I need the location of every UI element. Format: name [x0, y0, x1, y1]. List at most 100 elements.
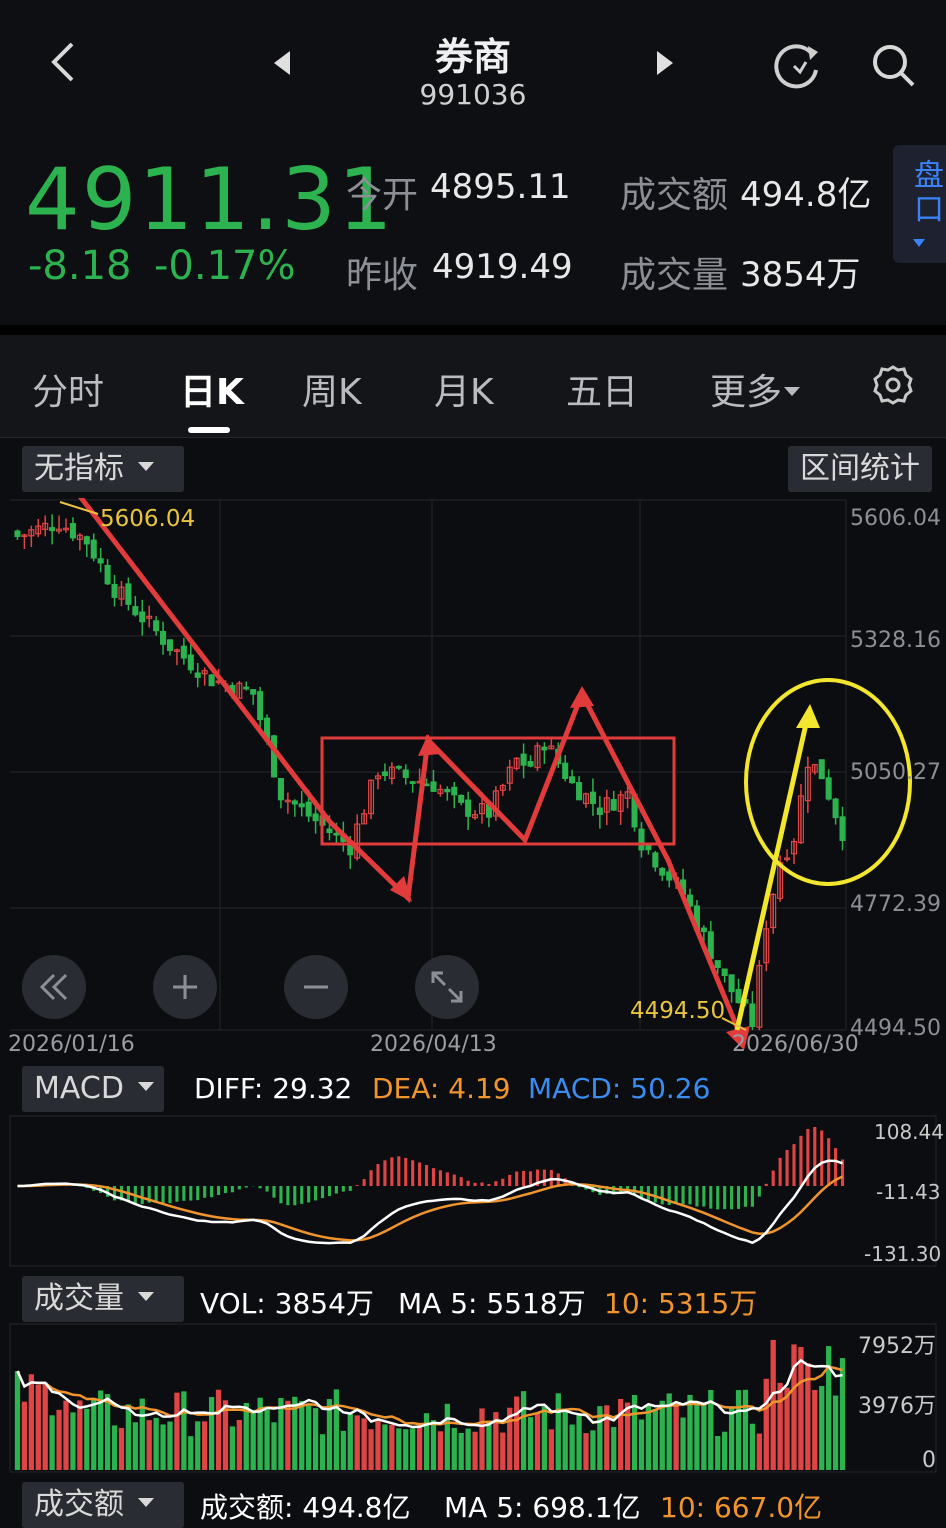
tab-daily-k[interactable]: 日K — [180, 363, 244, 415]
volume-bar — [56, 1409, 62, 1470]
volume-bar — [618, 1398, 624, 1470]
volume-bar — [389, 1424, 395, 1470]
volume-bar — [215, 1389, 222, 1470]
volume-bar — [583, 1433, 589, 1470]
volume-bar — [826, 1346, 832, 1470]
candle-body — [527, 761, 534, 767]
volume-bar — [652, 1409, 658, 1470]
active-tab-indicator — [188, 427, 230, 433]
volume-y-axis-label: 7952万 — [858, 1334, 936, 1359]
volume-bar — [174, 1392, 180, 1470]
volume-bar — [271, 1422, 277, 1470]
y-axis-label: 4772.39 — [850, 892, 941, 917]
macd-chart[interactable] — [0, 1114, 946, 1270]
volume-chart[interactable] — [0, 1322, 946, 1474]
candle-body — [104, 564, 111, 585]
candle-body — [243, 686, 250, 690]
volume-bar — [202, 1421, 208, 1470]
volume-bar — [382, 1424, 388, 1470]
volume-bar — [416, 1423, 423, 1470]
turnover-value: 494.8亿 — [740, 175, 872, 215]
fullscreen-button[interactable] — [415, 955, 479, 1019]
zoom-out-button[interactable] — [284, 955, 348, 1019]
tab-five-day[interactable]: 五日 — [566, 363, 638, 415]
candle-body — [735, 988, 742, 1004]
turnover-select[interactable]: 成交额 — [22, 1482, 184, 1528]
tab-more[interactable]: 更多 — [710, 363, 801, 415]
volume-bar — [534, 1412, 541, 1470]
candle-body — [270, 735, 278, 778]
volume-bar — [749, 1423, 756, 1470]
rebound-annotation — [734, 678, 912, 1031]
volume-bar — [423, 1413, 430, 1470]
refresh-icon[interactable] — [772, 40, 824, 92]
candle-body — [257, 691, 264, 721]
volume-bar — [430, 1420, 437, 1470]
volume-bar — [312, 1408, 319, 1470]
volume-ma5: MA 5: 5518万 — [398, 1287, 586, 1320]
double-chevron-left-icon — [39, 973, 68, 1001]
candle-body — [166, 639, 174, 651]
candle-body — [97, 558, 104, 564]
zoom-in-button[interactable] — [153, 955, 217, 1019]
turnover-select-label: 成交额 — [34, 1487, 124, 1522]
volume-bar — [569, 1424, 575, 1470]
volume-bar — [798, 1347, 804, 1470]
volume-bar — [299, 1400, 305, 1470]
volume-bar — [812, 1389, 818, 1470]
price-change-pct: -0.17% — [154, 243, 296, 289]
macd-y-axis-label: -11.43 — [876, 1180, 941, 1204]
candle-body — [277, 778, 284, 801]
volume-bar — [340, 1430, 346, 1470]
macd-select[interactable]: MACD — [22, 1066, 164, 1112]
volume-select[interactable]: 成交量 — [22, 1276, 184, 1322]
minus-icon — [304, 985, 328, 989]
volume-bar — [285, 1400, 291, 1470]
indicator-select[interactable]: 无指标 — [22, 446, 184, 492]
candle-body — [576, 782, 583, 801]
order-book-button[interactable]: 盘口 — [893, 145, 946, 263]
scroll-left-button[interactable] — [22, 955, 86, 1019]
downtrend-arrow — [78, 498, 332, 824]
tab-monthly-k[interactable]: 月K — [434, 363, 494, 415]
turnover-label: 成交额 — [620, 175, 729, 216]
settings-gear-icon[interactable] — [872, 364, 914, 406]
candle-body — [569, 776, 576, 784]
volume-bar — [118, 1427, 125, 1470]
open-label: 今开 — [346, 175, 419, 216]
candle-body — [49, 527, 56, 532]
volume-y-axis-label: 0 — [922, 1448, 936, 1473]
volume-bar — [555, 1393, 561, 1470]
volume-bar — [111, 1425, 118, 1470]
range-stats-button[interactable]: 区间统计 — [788, 446, 932, 492]
macd-value: MACD: 50.26 — [528, 1072, 711, 1105]
y-axis-label: 5050.27 — [850, 760, 941, 785]
volume-bar — [500, 1432, 506, 1470]
open-value: 4895.11 — [430, 167, 571, 207]
tab-intraday[interactable]: 分时 — [32, 363, 104, 415]
volume-bar — [680, 1417, 686, 1470]
volume-bar — [229, 1426, 236, 1470]
candle-body — [700, 927, 707, 933]
volume-bar — [645, 1405, 652, 1470]
order-book-label: 盘口 — [908, 159, 943, 227]
candle-body — [14, 530, 21, 538]
search-icon[interactable] — [870, 42, 918, 90]
candle-body — [638, 828, 645, 851]
divider — [0, 325, 946, 335]
volume-bar — [777, 1382, 783, 1470]
volume-bar — [49, 1415, 55, 1470]
chevron-down-icon — [913, 239, 925, 247]
candle-body — [589, 791, 596, 804]
volume-bar — [722, 1431, 728, 1470]
tab-weekly-k[interactable]: 周K — [302, 363, 362, 415]
volume-bar — [527, 1417, 534, 1470]
candle-body — [430, 781, 437, 792]
next-stock-icon[interactable] — [655, 50, 675, 76]
volume-bar — [396, 1428, 402, 1470]
volume-bar — [465, 1428, 471, 1470]
volume-bar — [784, 1387, 790, 1470]
price-change: -8.18 — [28, 243, 132, 289]
candle-body — [187, 654, 194, 671]
volume-bar — [63, 1400, 69, 1470]
